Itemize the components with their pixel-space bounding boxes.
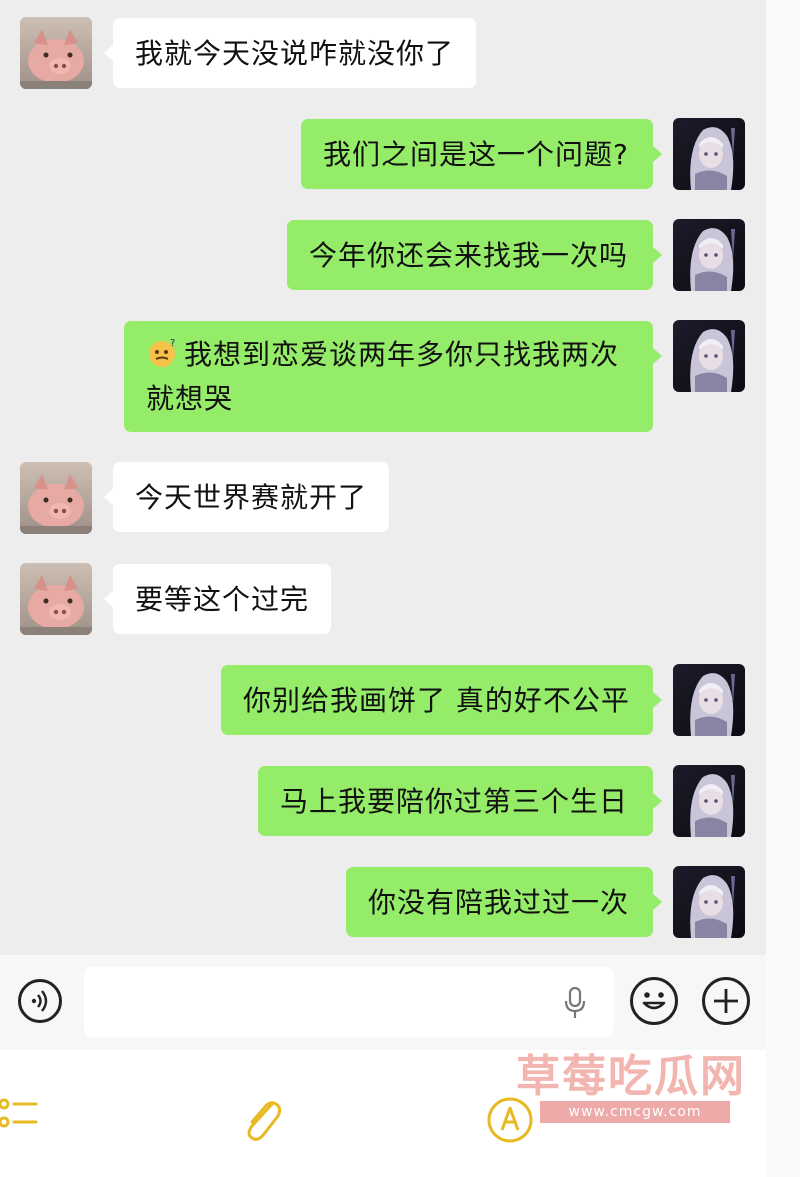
message-text: 今年你还会来找我一次吗 [309, 239, 629, 272]
message-bubble-outgoing[interactable]: 马上我要陪你过第三个生日 [258, 766, 662, 836]
message-text: 你没有陪我过过一次 [368, 886, 630, 919]
message-bubble-outgoing[interactable]: 你没有陪我过过一次 [346, 867, 662, 937]
message-input[interactable] [84, 967, 614, 1037]
message-bubble-outgoing[interactable]: ? 我想到恋爱谈两年多你只找我两次 就想哭 [124, 321, 662, 432]
voice-toggle-icon [31, 990, 48, 1012]
girl-avatar-icon [673, 866, 745, 938]
self-avatar[interactable] [673, 219, 745, 291]
svg-text:?: ? [170, 338, 176, 349]
microphone-icon[interactable] [562, 986, 588, 1020]
contact-avatar[interactable] [20, 563, 92, 635]
message-bubble-outgoing[interactable]: 我们之间是这一个问题? [301, 119, 662, 189]
self-avatar[interactable] [673, 866, 745, 938]
message-bubble-incoming[interactable]: 我就今天没说咋就没你了 [103, 18, 477, 88]
pig-avatar-icon [20, 563, 92, 635]
pig-avatar-icon [20, 17, 92, 89]
message-text: 要等这个过完 [135, 583, 310, 616]
contact-avatar[interactable] [20, 17, 92, 89]
message-text: 你别给我画饼了 真的好不公平 [243, 684, 630, 717]
message-bubble-outgoing[interactable]: 今年你还会来找我一次吗 [287, 220, 662, 290]
self-avatar[interactable] [673, 320, 745, 392]
contact-avatar[interactable] [20, 462, 92, 534]
list-icon[interactable] [0, 1096, 40, 1138]
message-text: 马上我要陪你过第三个生日 [280, 785, 629, 818]
more-options-button[interactable] [702, 977, 750, 1025]
message-bubble-outgoing[interactable]: 你别给我画饼了 真的好不公平 [221, 665, 662, 735]
thinking-face-emoji-icon: ? [149, 338, 176, 367]
voice-toggle-button[interactable] [18, 979, 62, 1023]
right-edge-strip [766, 0, 800, 1177]
girl-avatar-icon [673, 664, 745, 736]
message-text-line-1: 我想到恋爱谈两年多你只找我两次 [184, 338, 620, 371]
girl-avatar-icon [673, 765, 745, 837]
pig-avatar-icon [20, 462, 92, 534]
message-text: 我就今天没说咋就没你了 [135, 37, 455, 70]
message-bubble-incoming[interactable]: 要等这个过完 [103, 564, 332, 634]
message-text: 今天世界赛就开了 [135, 481, 368, 514]
girl-avatar-icon [673, 118, 745, 190]
watermark-url: www.cmcgw.com [540, 1101, 730, 1123]
plus-icon [714, 989, 738, 1013]
paperclip-icon[interactable] [238, 1096, 286, 1146]
self-avatar[interactable] [673, 118, 745, 190]
emoji-button[interactable] [630, 977, 678, 1025]
self-avatar[interactable] [673, 765, 745, 837]
message-text-line-2: 就想哭 [146, 382, 234, 415]
emoji-icon [642, 992, 666, 1010]
girl-avatar-icon [673, 320, 745, 392]
self-avatar[interactable] [673, 664, 745, 736]
input-bar [0, 955, 766, 1050]
girl-avatar-icon [673, 219, 745, 291]
message-text: 我们之间是这一个问题? [323, 138, 629, 171]
watermark-title: 草莓吃瓜网 [516, 1051, 746, 1102]
message-bubble-incoming[interactable]: 今天世界赛就开了 [103, 462, 390, 532]
